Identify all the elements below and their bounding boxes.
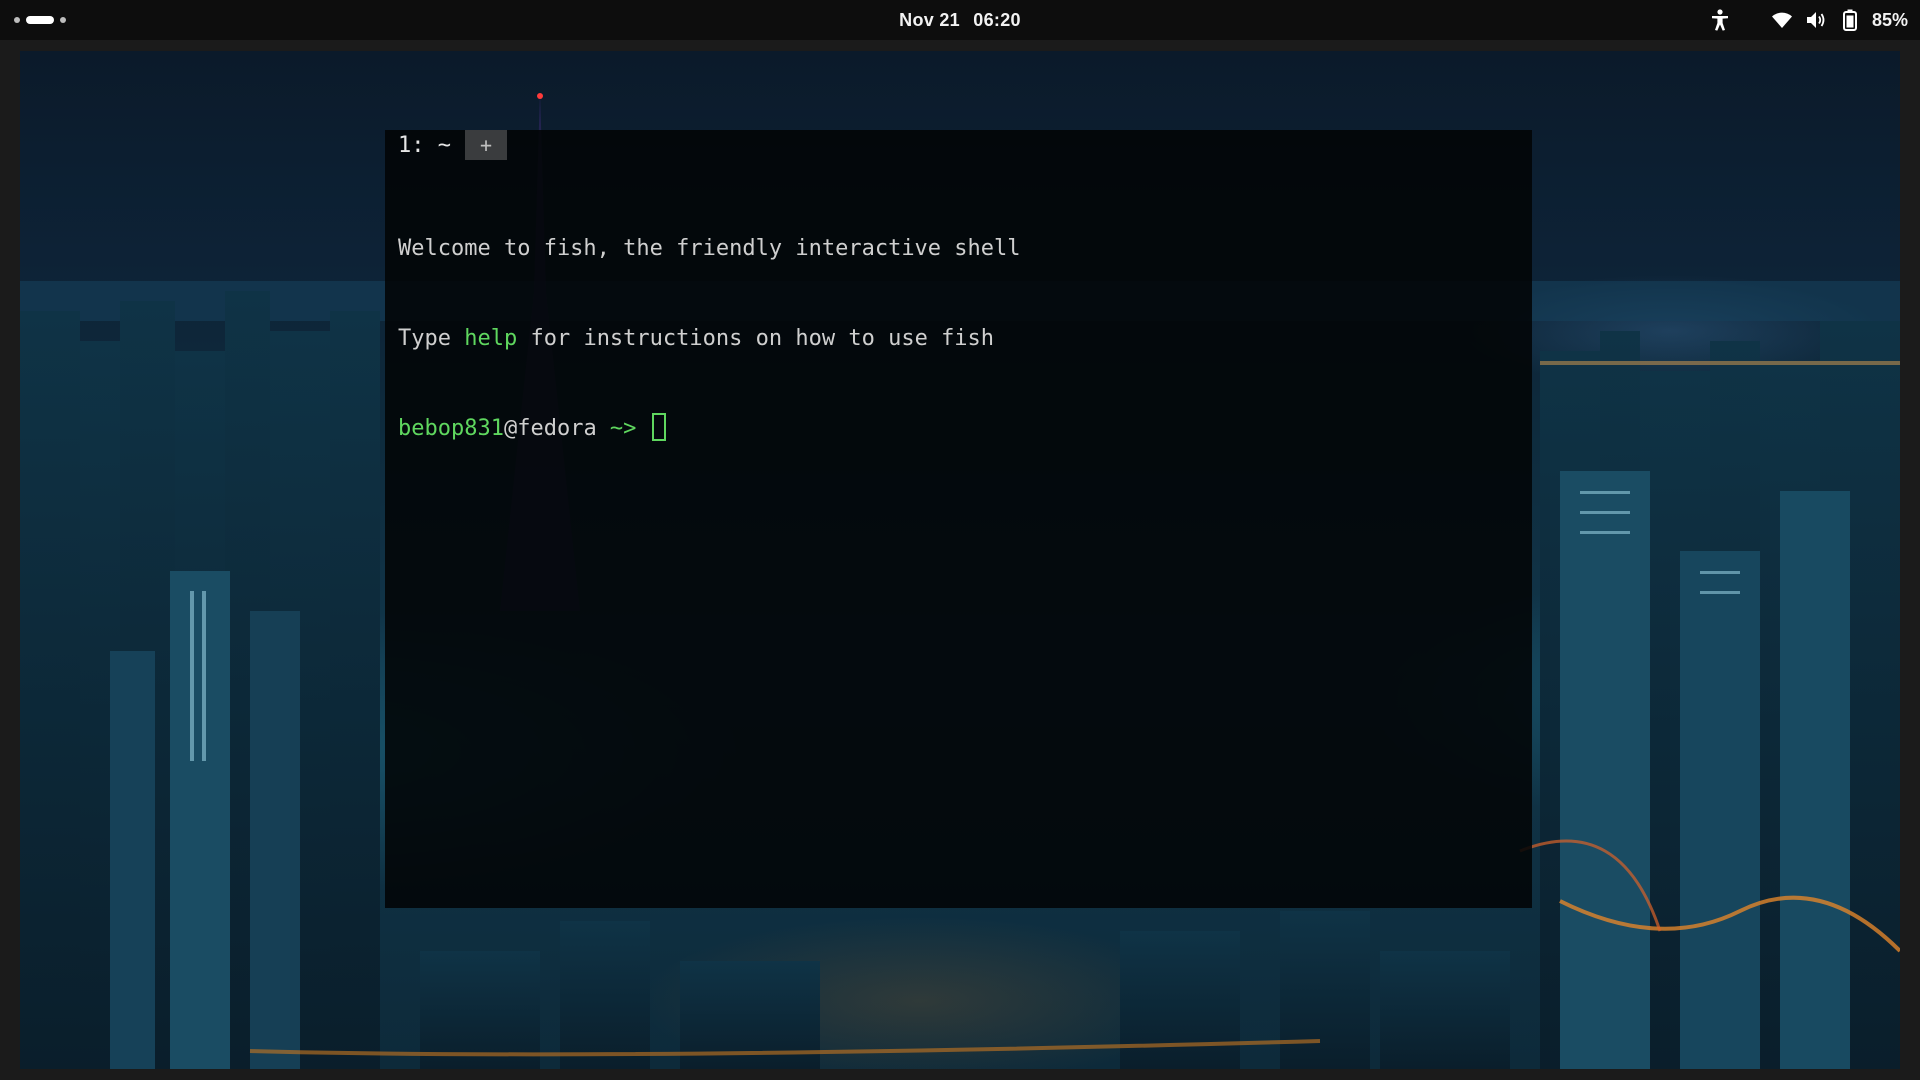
help-prefix: Type (398, 326, 465, 351)
terminal-tab[interactable]: 1: ~ (385, 133, 465, 158)
help-suffix: for instructions on how to use fish (517, 326, 995, 351)
terminal-output[interactable]: Welcome to fish, the friendly interactiv… (398, 174, 1021, 504)
accessibility-icon[interactable] (1708, 8, 1732, 32)
help-command: help (464, 326, 518, 351)
battery-percentage: 85% (1871, 9, 1908, 30)
prompt-cwd: ~> (596, 416, 650, 441)
terminal-tab-bar: 1: ~ + (385, 130, 507, 160)
clock-date: Nov 21 (899, 10, 960, 30)
terminal-window[interactable]: 1: ~ + Welcome to fish, the friendly int… (385, 130, 1532, 908)
volume-icon[interactable] (1804, 8, 1828, 32)
system-tray[interactable]: 85% (1708, 8, 1908, 32)
text-cursor[interactable] (651, 413, 666, 441)
wifi-icon[interactable] (1770, 8, 1794, 32)
new-tab-button[interactable]: + (464, 130, 507, 160)
clock-time: 06:20 (973, 10, 1021, 30)
prompt-user: bebop831 (398, 416, 504, 441)
prompt-line[interactable]: bebop831@fedora ~> (398, 413, 1021, 444)
welcome-line: Welcome to fish, the friendly interactiv… (398, 236, 1021, 261)
battery-icon[interactable] (1838, 8, 1862, 32)
prompt-host: @fedora (503, 416, 597, 441)
top-bar: Nov 21 06:20 85% (0, 0, 1920, 40)
clock[interactable]: Nov 21 06:20 (0, 10, 1920, 31)
help-line: Type help for instructions on how to use… (398, 324, 1021, 354)
